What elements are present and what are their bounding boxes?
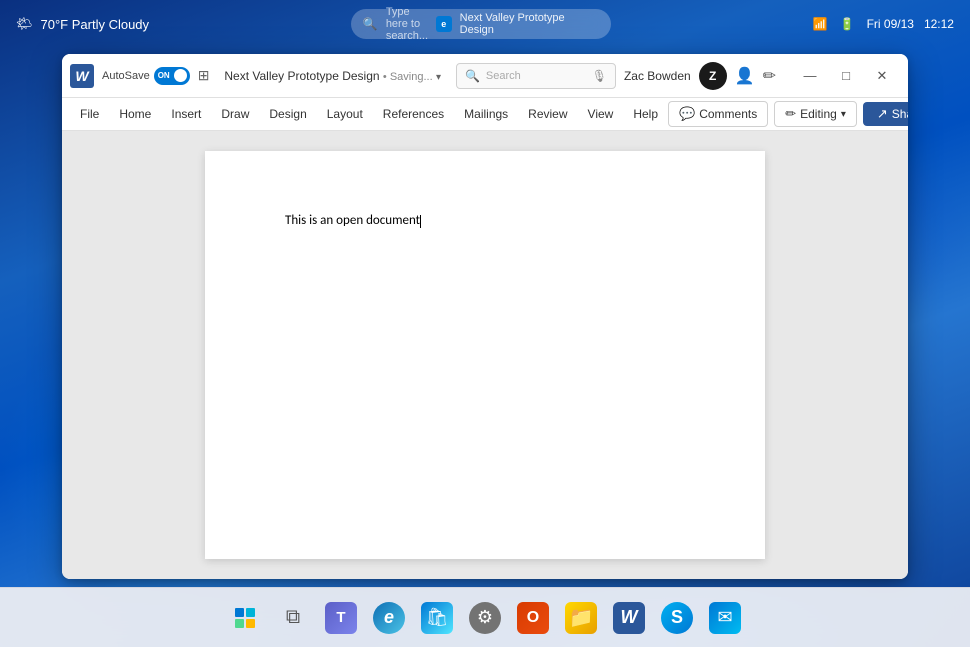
menu-item-draw[interactable]: Draw bbox=[211, 103, 259, 125]
doc-title-area: Next Valley Prototype Design • Saving...… bbox=[217, 69, 448, 83]
dropdown-chevron[interactable]: ▾ bbox=[436, 72, 441, 83]
share-label: Share bbox=[892, 107, 908, 121]
search-placeholder-word: Search bbox=[486, 70, 521, 82]
taskbar: ⧉ T e 🛍 ⚙ O 📁 W S bbox=[0, 587, 970, 647]
user-area: Zac Bowden Z 👤 ✏ bbox=[624, 62, 776, 90]
document-area[interactable]: This is an open document bbox=[62, 131, 908, 579]
taskbar-windows-start[interactable] bbox=[223, 596, 267, 640]
date-display: Fri 09/13 bbox=[867, 17, 914, 31]
tray-right: 📶 🔋 Fri 09/13 12:12 bbox=[813, 17, 954, 31]
menu-item-home[interactable]: Home bbox=[109, 103, 161, 125]
ribbon-menu-row: File Home Insert Draw Design Layout Refe… bbox=[62, 98, 908, 130]
menu-item-view[interactable]: View bbox=[578, 103, 624, 125]
editing-chevron-icon: ▾ bbox=[841, 109, 846, 120]
search-icon: 🔍 bbox=[363, 17, 378, 31]
edge-icon: e bbox=[373, 602, 405, 634]
user-name-label: Zac Bowden bbox=[624, 69, 691, 83]
menu-item-design[interactable]: Design bbox=[259, 103, 316, 125]
menu-item-help[interactable]: Help bbox=[623, 103, 668, 125]
pencil-icon: ✏ bbox=[785, 106, 796, 122]
title-bar: W AutoSave ON ⊞ Next Valley Prototype De… bbox=[62, 54, 908, 98]
system-tray-top: 🌤 70°F Partly Cloudy 🔍 Type here to sear… bbox=[0, 0, 970, 48]
minimize-button[interactable]: — bbox=[792, 60, 828, 92]
word-window: W AutoSave ON ⊞ Next Valley Prototype De… bbox=[62, 54, 908, 579]
toggle-state-label: ON bbox=[158, 71, 170, 80]
taskbar-settings[interactable]: ⚙ bbox=[463, 596, 507, 640]
settings-icon: ⚙ bbox=[469, 602, 501, 634]
menu-item-layout[interactable]: Layout bbox=[317, 103, 373, 125]
comments-button[interactable]: 💬 Comments bbox=[668, 101, 768, 127]
text-cursor bbox=[420, 215, 421, 228]
time-display: 12:12 bbox=[924, 17, 954, 31]
doc-name: Next Valley Prototype Design bbox=[224, 69, 379, 83]
editing-label: Editing bbox=[800, 107, 837, 121]
document-content[interactable]: This is an open document bbox=[285, 213, 420, 228]
date-time: Fri 09/13 12:12 bbox=[867, 17, 954, 31]
tray-center: 🔍 Type here to search... e Next Valley P… bbox=[351, 9, 611, 39]
profile-icon[interactable]: 👤 bbox=[735, 66, 755, 86]
search-placeholder: Type here to search... bbox=[386, 6, 428, 42]
autosave-area: AutoSave ON bbox=[102, 67, 190, 85]
store-icon: 🛍 bbox=[421, 602, 453, 634]
menu-item-file[interactable]: File bbox=[70, 103, 109, 125]
tray-weather[interactable]: 🌤 70°F Partly Cloudy bbox=[16, 16, 149, 32]
battery-icon: 🔋 bbox=[840, 17, 855, 31]
taskbar-skype[interactable]: S bbox=[655, 596, 699, 640]
feedback-icon[interactable]: ✏ bbox=[763, 66, 776, 86]
taskbar-search[interactable]: 🔍 Type here to search... e Next Valley P… bbox=[351, 9, 611, 39]
share-icon: ↗ bbox=[877, 106, 888, 122]
taskbar-edge[interactable]: e bbox=[367, 596, 411, 640]
taskbar-word[interactable]: W bbox=[607, 596, 651, 640]
teams-icon: T bbox=[325, 602, 357, 634]
close-button[interactable]: ✕ bbox=[864, 60, 900, 92]
edge-icon-search: e bbox=[436, 16, 452, 32]
mail-icon: ✉ bbox=[709, 602, 741, 634]
taskbar-mail[interactable]: ✉ bbox=[703, 596, 747, 640]
task-view-icon: ⧉ bbox=[286, 606, 300, 629]
search-app-label: Next Valley Prototype Design bbox=[460, 12, 599, 36]
desktop: 🌤 70°F Partly Cloudy 🔍 Type here to sear… bbox=[0, 0, 970, 647]
autosave-toggle[interactable]: ON bbox=[154, 67, 190, 85]
file-explorer-icon: 📁 bbox=[565, 602, 597, 634]
word-taskbar-icon: W bbox=[613, 602, 645, 634]
ribbon-right-actions: 💬 Comments ✏ Editing ▾ ↗ Share ▾ ☆ bbox=[668, 101, 908, 127]
taskbar-file-explorer[interactable]: 📁 bbox=[559, 596, 603, 640]
document-page[interactable]: This is an open document bbox=[205, 151, 765, 559]
autosave-label: AutoSave bbox=[102, 70, 150, 82]
user-avatar[interactable]: Z bbox=[699, 62, 727, 90]
saving-status: • Saving... bbox=[383, 71, 433, 83]
word-app-icon: W bbox=[70, 64, 94, 88]
weather-icon: 🌤 bbox=[16, 16, 33, 32]
editing-button[interactable]: ✏ Editing ▾ bbox=[774, 101, 857, 127]
taskbar-store[interactable]: 🛍 bbox=[415, 596, 459, 640]
window-controls: — □ ✕ bbox=[792, 60, 900, 92]
comment-bubble-icon: 💬 bbox=[679, 106, 695, 122]
ribbon-toolbar: File Home Insert Draw Design Layout Refe… bbox=[62, 98, 908, 131]
word-search-box[interactable]: 🔍 Search 🎙 bbox=[456, 63, 616, 89]
office-icon: O bbox=[517, 602, 549, 634]
menu-item-references[interactable]: References bbox=[373, 103, 454, 125]
skype-icon: S bbox=[661, 602, 693, 634]
share-button[interactable]: ↗ Share ▾ bbox=[863, 102, 908, 126]
format-icon[interactable]: ⊞ bbox=[198, 67, 210, 84]
mic-icon[interactable]: 🎙 bbox=[592, 69, 607, 83]
taskbar-teams[interactable]: T bbox=[319, 596, 363, 640]
taskbar-task-view[interactable]: ⧉ bbox=[271, 596, 315, 640]
comments-label: Comments bbox=[699, 107, 757, 121]
ribbon-menu: File Home Insert Draw Design Layout Refe… bbox=[70, 103, 668, 125]
wifi-icon: 📶 bbox=[813, 17, 828, 31]
search-icon: 🔍 bbox=[465, 69, 480, 83]
menu-item-review[interactable]: Review bbox=[518, 103, 577, 125]
taskbar-office[interactable]: O bbox=[511, 596, 555, 640]
maximize-button[interactable]: □ bbox=[828, 60, 864, 92]
menu-item-mailings[interactable]: Mailings bbox=[454, 103, 518, 125]
menu-item-insert[interactable]: Insert bbox=[161, 103, 211, 125]
weather-text: 70°F Partly Cloudy bbox=[41, 17, 150, 32]
